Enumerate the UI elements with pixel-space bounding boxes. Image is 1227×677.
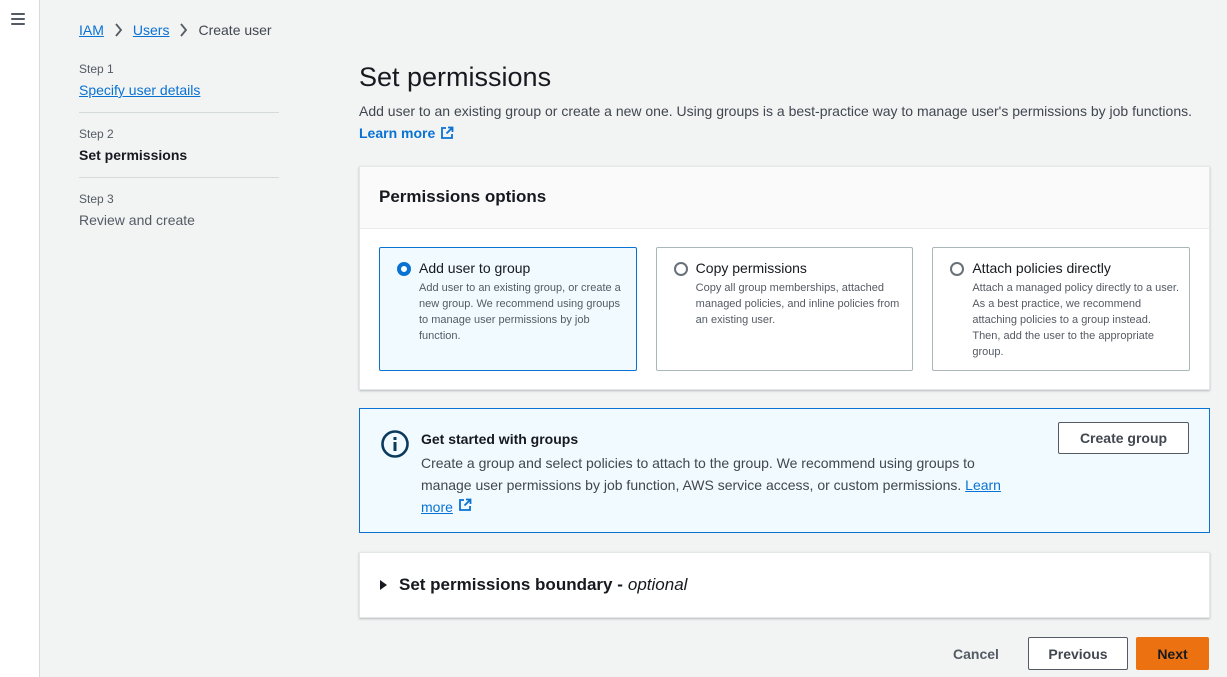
option-add-user-to-group[interactable]: Add user to group Add user to an existin… xyxy=(379,247,637,371)
side-rail xyxy=(0,0,40,677)
option-description: Attach a managed policy directly to a us… xyxy=(972,282,1180,358)
option-title: Add user to group xyxy=(419,260,531,276)
groups-info-alert: Get started with groups Create a group a… xyxy=(359,408,1210,533)
breadcrumb-users[interactable]: Users xyxy=(133,22,170,38)
external-link-icon xyxy=(441,126,454,139)
option-attach-policies[interactable]: Attach policies directly Attach a manage… xyxy=(932,247,1191,371)
page-title: Set permissions xyxy=(359,62,552,92)
next-button[interactable]: Next xyxy=(1136,637,1209,670)
step-1: Step 1 Specify user details xyxy=(79,62,279,113)
radio-unselected[interactable] xyxy=(673,262,688,276)
breadcrumb: IAM Users Create user xyxy=(79,22,272,38)
option-description: Add user to an existing group, or create… xyxy=(419,282,621,342)
external-link-icon xyxy=(459,498,472,511)
option-copy-permissions[interactable]: Copy permissions Copy all group membersh… xyxy=(655,247,914,371)
option-title: Copy permissions xyxy=(695,260,807,276)
learn-more-label: Learn more xyxy=(359,125,436,141)
chevron-right-icon xyxy=(180,23,188,37)
radio-selected[interactable] xyxy=(397,262,411,276)
radio-unselected[interactable] xyxy=(950,262,965,276)
step-3-title: Review and create xyxy=(79,212,195,228)
option-title: Attach policies directly xyxy=(972,260,1111,276)
learn-more-link[interactable]: Learn more xyxy=(359,125,454,141)
create-group-button[interactable]: Create group xyxy=(1058,422,1189,454)
option-description: Copy all group memberships, attached man… xyxy=(695,282,900,326)
permissions-options-panel: Permissions options Add user to group Ad… xyxy=(359,166,1210,390)
wizard-steps: Step 1 Specify user details Step 2 Set p… xyxy=(79,62,279,256)
info-icon xyxy=(381,430,409,458)
info-description: Create a group and select policies to at… xyxy=(421,455,975,493)
menu-icon[interactable] xyxy=(11,13,25,25)
permissions-options-heading: Permissions options xyxy=(360,167,1209,229)
step-number: Step 3 xyxy=(79,192,114,206)
boundary-label: Set permissions boundary - xyxy=(399,575,623,594)
cancel-button[interactable]: Cancel xyxy=(940,637,1012,670)
main-header: Set permissions Add user to an existing … xyxy=(359,62,1209,143)
chevron-right-icon xyxy=(115,23,123,37)
step-number: Step 1 xyxy=(79,62,114,76)
step-1-link[interactable]: Specify user details xyxy=(79,82,279,98)
previous-button[interactable]: Previous xyxy=(1028,637,1128,670)
step-2-title: Set permissions xyxy=(79,147,188,163)
caret-right-icon xyxy=(380,580,387,590)
step-3: Step 3 Review and create xyxy=(79,192,279,242)
breadcrumb-iam[interactable]: IAM xyxy=(79,22,104,38)
permissions-boundary-expander[interactable]: Set permissions boundary - optional xyxy=(359,552,1210,618)
step-number: Step 2 xyxy=(79,127,114,141)
breadcrumb-current: Create user xyxy=(198,22,272,38)
info-text: Create a group and select policies to at… xyxy=(421,452,1021,518)
boundary-optional: optional xyxy=(627,575,688,594)
page-description: Add user to an existing group or create … xyxy=(359,103,1192,119)
step-2: Step 2 Set permissions xyxy=(79,127,279,178)
info-title: Get started with groups xyxy=(421,431,579,447)
